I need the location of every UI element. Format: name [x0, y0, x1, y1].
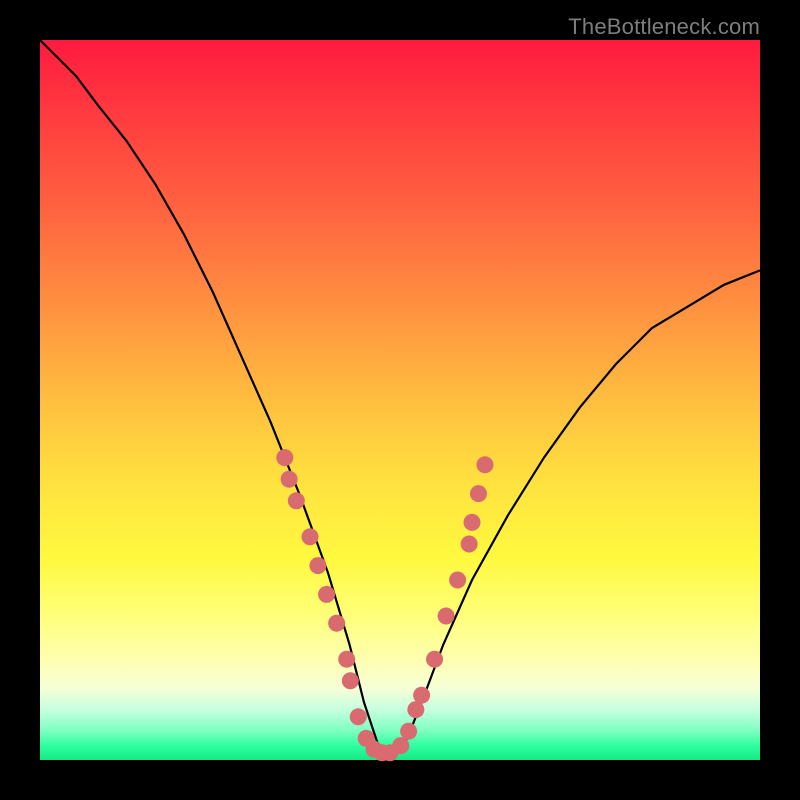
bottleneck-curve	[40, 40, 760, 753]
data-marker	[476, 456, 493, 473]
watermark-text: TheBottleneck.com	[568, 14, 760, 40]
data-marker	[470, 485, 487, 502]
chart-svg	[40, 40, 760, 760]
data-marker	[350, 708, 367, 725]
data-marker	[426, 651, 443, 668]
data-marker	[392, 737, 409, 754]
data-marker	[328, 615, 345, 632]
data-marker	[288, 492, 305, 509]
data-marker	[400, 723, 417, 740]
data-marker	[342, 672, 359, 689]
data-marker	[276, 449, 293, 466]
data-marker	[438, 608, 455, 625]
data-marker	[318, 586, 335, 603]
data-marker	[449, 572, 466, 589]
data-marker	[413, 687, 430, 704]
outer-frame: TheBottleneck.com	[0, 0, 800, 800]
data-marker	[461, 536, 478, 553]
data-marker	[309, 557, 326, 574]
data-marker	[338, 651, 355, 668]
data-marker	[302, 528, 319, 545]
data-marker	[464, 514, 481, 531]
data-marker	[281, 471, 298, 488]
